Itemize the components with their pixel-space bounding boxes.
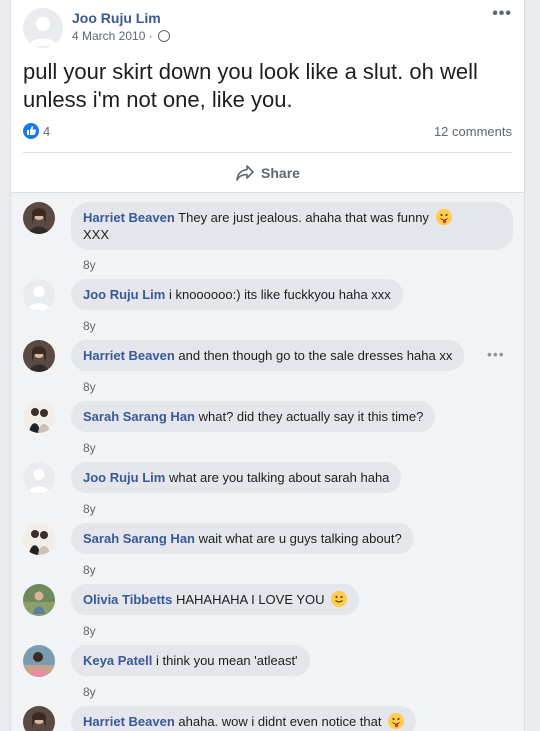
commenter-name[interactable]: Keya Patell — [83, 653, 152, 668]
commenter-name[interactable]: Joo Ruju Lim — [83, 470, 165, 485]
comment-time[interactable]: 8y — [83, 563, 96, 577]
commenter-avatar[interactable] — [23, 706, 55, 731]
post-date[interactable]: 4 March 2010 · — [72, 29, 153, 43]
commenter-avatar[interactable] — [23, 523, 55, 555]
comment-text: i think you mean 'atleast' — [156, 653, 298, 668]
commenter-name[interactable]: Sarah Sarang Han — [83, 409, 195, 424]
commenter-avatar[interactable] — [23, 202, 55, 234]
globe-icon — [158, 30, 171, 42]
comment-bubble: Keya Patell i think you mean 'atleast' — [71, 645, 310, 676]
post-meta: 4 March 2010 · — [72, 29, 171, 43]
reactions-bar: 4 12 comments — [23, 122, 512, 142]
commenter-avatar[interactable] — [23, 462, 55, 494]
comment-time[interactable]: 8y — [83, 624, 96, 638]
comment-text: They are just jealous. ahaha that was fu… — [178, 210, 429, 225]
comment-bubble: Sarah Sarang Han what? did they actually… — [71, 401, 436, 432]
share-label: Share — [261, 165, 300, 181]
commenter-name[interactable]: Sarah Sarang Han — [83, 531, 195, 546]
comment-time[interactable]: 8y — [83, 441, 96, 455]
post-options-button[interactable]: ••• — [492, 5, 512, 23]
default-avatar-icon — [23, 279, 55, 311]
like-count[interactable]: 4 — [43, 124, 50, 139]
comment-text: and then though go to the sale dresses h… — [178, 348, 453, 363]
smile-emoji-icon — [331, 591, 348, 607]
commenter-avatar[interactable] — [23, 340, 55, 372]
comment-text: what are you talking about sarah haha — [168, 470, 390, 485]
commenter-name[interactable]: Joo Ruju Lim — [83, 287, 165, 302]
commenter-avatar[interactable] — [23, 401, 55, 433]
comment-text: wait what are u guys talking about? — [198, 531, 402, 546]
comment-bubble: Joo Ruju Lim i knoooooo:) its like fuckk… — [71, 279, 403, 310]
comments-count[interactable]: 12 comments — [434, 124, 512, 139]
comment-text: i knoooooo:) its like fuckkyou haha xxx — [168, 287, 391, 302]
comments-section: Harriet Beaven They are just jealous. ah… — [11, 193, 524, 731]
comment-options-button[interactable]: ••• — [487, 346, 505, 362]
comment-bubble: Harriet Beaven ahaha. wow i didnt even n… — [71, 706, 417, 731]
post-text: pull your skirt down you look like a slu… — [23, 59, 478, 112]
post-header: Joo Ruju Lim 4 March 2010 · ••• — [23, 5, 512, 48]
share-button[interactable]: Share — [11, 160, 524, 186]
comment-time[interactable]: 8y — [83, 380, 96, 394]
default-avatar-icon — [23, 462, 55, 494]
comment-bubble: Harriet Beaven They are just jealous. ah… — [71, 202, 513, 250]
commenter-avatar[interactable] — [23, 645, 55, 677]
commenter-avatar[interactable] — [23, 279, 55, 311]
tongue-emoji-icon — [435, 209, 452, 225]
post-author[interactable]: Joo Ruju Lim — [72, 10, 161, 26]
commenter-name[interactable]: Olivia Tibbetts — [83, 592, 172, 607]
comment-time[interactable]: 8y — [83, 685, 96, 699]
post-card: Joo Ruju Lim 4 March 2010 · ••• pull you… — [10, 0, 525, 731]
divider — [23, 152, 512, 153]
like-icon[interactable] — [23, 123, 39, 139]
commenter-name[interactable]: Harriet Beaven — [83, 714, 175, 729]
author-avatar[interactable] — [23, 8, 63, 48]
comment-time[interactable]: 8y — [83, 319, 96, 333]
commenter-name[interactable]: Harriet Beaven — [83, 210, 175, 225]
comment-bubble: Harriet Beaven and then though go to the… — [71, 340, 465, 371]
comment-time[interactable]: 8y — [83, 258, 96, 272]
comment-text: HAHAHAHA I LOVE YOU — [175, 592, 325, 607]
share-icon — [236, 165, 254, 181]
commenter-name[interactable]: Harriet Beaven — [83, 348, 175, 363]
comment-bubble: Joo Ruju Lim what are you talking about … — [71, 462, 402, 493]
comment-text: ahaha. wow i didnt even notice that — [178, 714, 382, 729]
comment-bubble: Sarah Sarang Han wait what are u guys ta… — [71, 523, 414, 554]
comment-bubble: Olivia Tibbetts HAHAHAHA I LOVE YOU — [71, 584, 360, 615]
comment-text-line2: XXX — [83, 227, 110, 242]
comment-time[interactable]: 8y — [83, 502, 96, 516]
default-avatar-icon — [23, 8, 63, 48]
comment-text: what? did they actually say it this time… — [198, 409, 424, 424]
commenter-avatar[interactable] — [23, 584, 55, 616]
tongue-emoji-icon — [388, 713, 405, 729]
